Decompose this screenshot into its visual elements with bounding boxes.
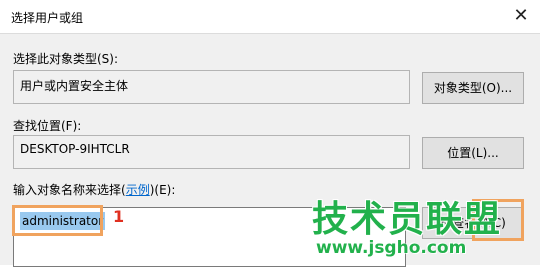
object-type-field: 用户或内置安全主体 [13, 70, 410, 104]
step-number: 1 [113, 207, 125, 226]
location-label: 查找位置(F): [13, 119, 82, 133]
object-names-label: 输入对象名称来选择(示例)(E): [13, 183, 176, 197]
object-type-label: 选择此对象类型(S): [13, 52, 119, 66]
title-bar: 选择用户或组 ✕ [0, 0, 540, 33]
close-icon[interactable]: ✕ [506, 2, 536, 30]
window-title: 选择用户或组 [11, 11, 84, 25]
highlight-box-input [12, 205, 103, 236]
watermark-logo: 技术员联盟 [312, 199, 503, 240]
location-field: DESKTOP-9IHTCLR [13, 135, 410, 169]
examples-link[interactable]: 示例 [126, 183, 150, 197]
locations-button[interactable]: 位置(L)... [422, 137, 524, 169]
watermark-url: www.jsgho.com [316, 238, 467, 258]
object-types-button[interactable]: 对象类型(O)... [422, 72, 524, 104]
